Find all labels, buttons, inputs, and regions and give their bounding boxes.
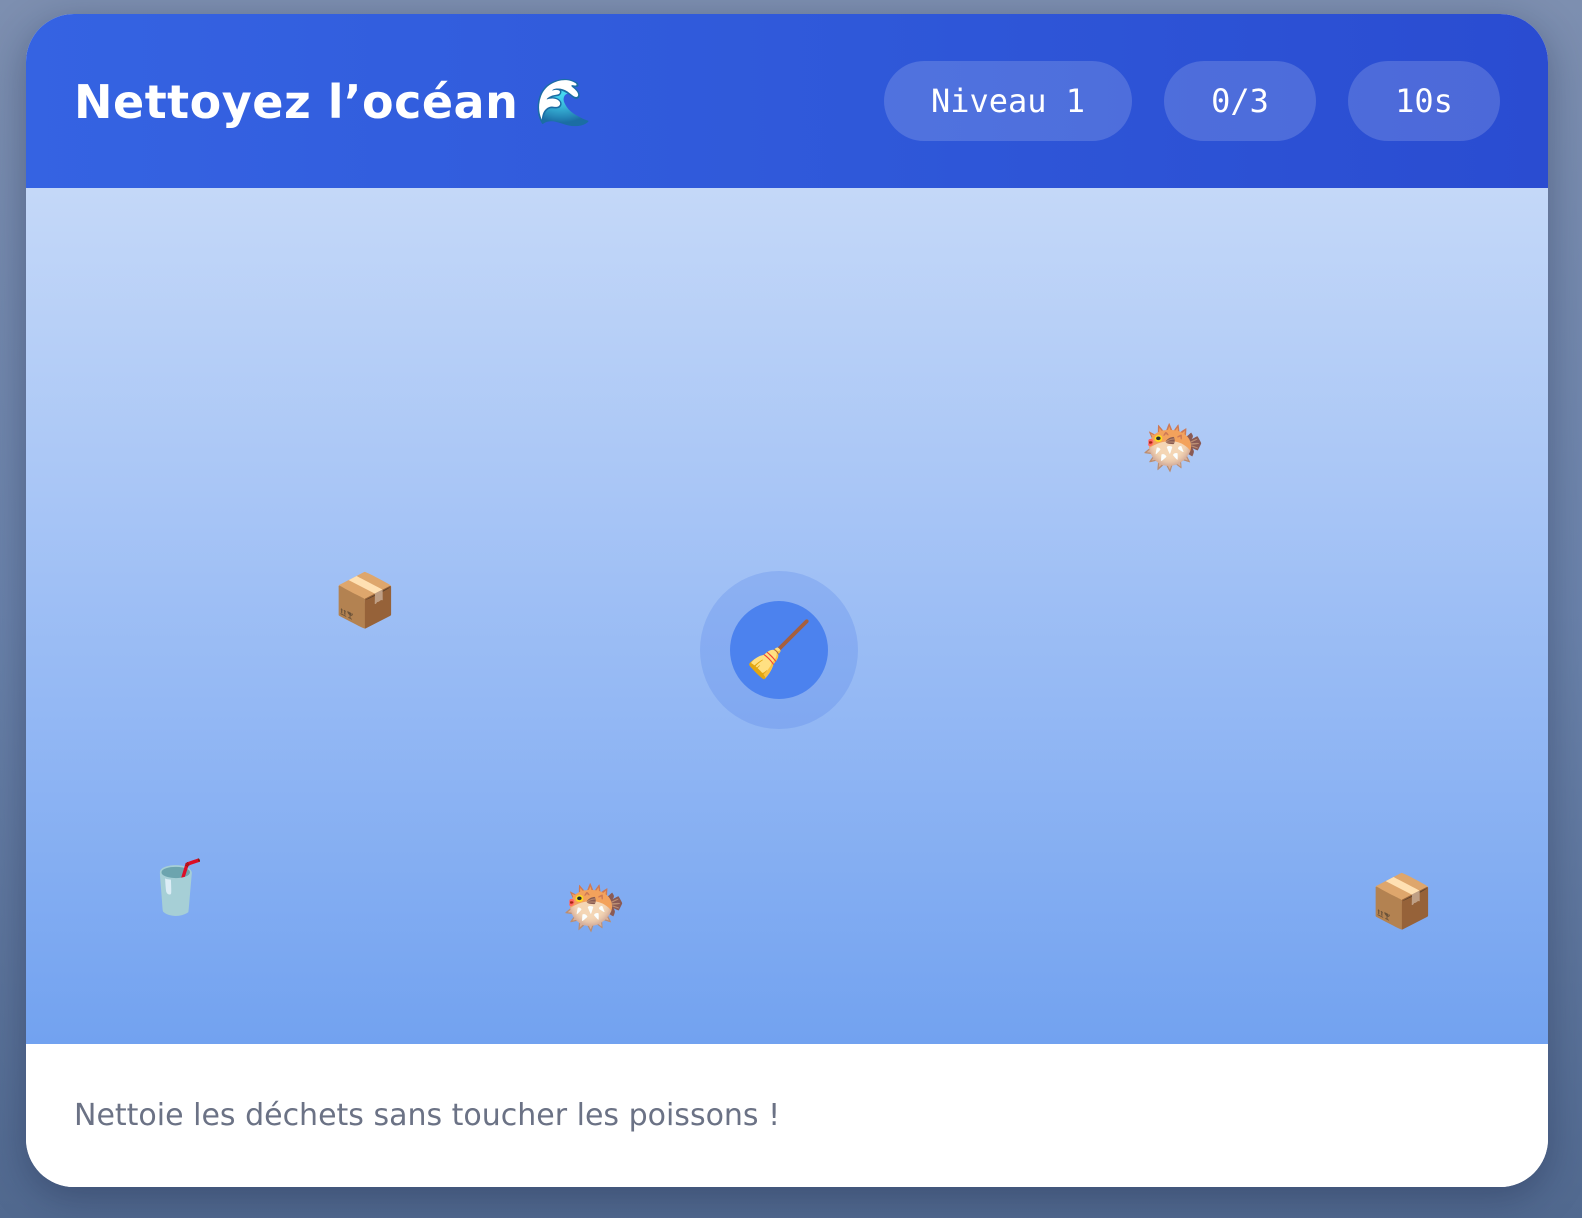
- player-cleaner[interactable]: 🧹: [730, 601, 828, 699]
- game-footer: Nettoie les déchets sans toucher les poi…: [26, 1044, 1548, 1187]
- wave-icon: 🌊: [534, 75, 593, 129]
- game-card: Nettoyez l’océan 🌊 Niveau 1 0/3 10s 🐡 📦 …: [26, 14, 1548, 1187]
- score-counter: 0/3: [1164, 61, 1316, 141]
- broom-icon: 🧹: [745, 618, 813, 681]
- game-title: Nettoyez l’océan 🌊: [74, 72, 593, 132]
- pufferfish-icon[interactable]: 🐡: [1141, 422, 1206, 474]
- instruction-text: Nettoie les déchets sans toucher les poi…: [74, 1098, 781, 1133]
- timer-badge: 10s: [1348, 61, 1500, 141]
- pufferfish-icon[interactable]: 🐡: [562, 882, 627, 934]
- game-title-text: Nettoyez l’océan: [74, 75, 519, 129]
- trash-cup-icon[interactable]: 🥤: [144, 862, 209, 914]
- ocean-play-area[interactable]: 🐡 📦 🥤 🐡 📦 🧹: [26, 188, 1548, 1044]
- game-header: Nettoyez l’océan 🌊 Niveau 1 0/3 10s: [26, 14, 1548, 188]
- level-badge: Niveau 1: [884, 61, 1132, 141]
- trash-box-icon[interactable]: 📦: [1370, 876, 1435, 928]
- trash-box-icon[interactable]: 📦: [333, 575, 398, 627]
